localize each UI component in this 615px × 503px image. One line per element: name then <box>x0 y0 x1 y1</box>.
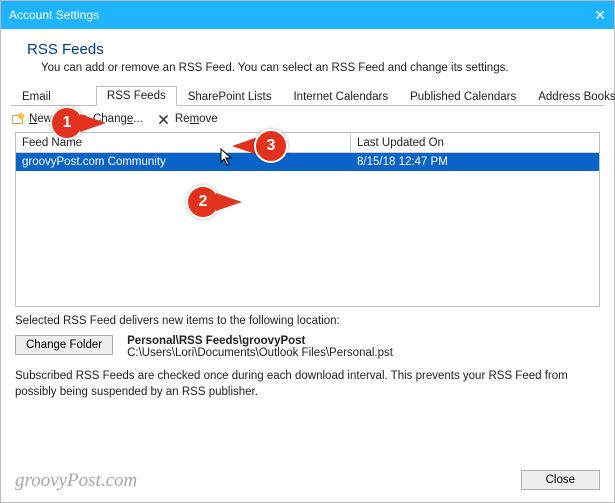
new-label-tail: ew... <box>37 113 61 125</box>
col-last-updated[interactable]: Last Updated On <box>351 134 599 152</box>
change-feed-icon <box>75 112 89 126</box>
account-settings-window: Account Settings ✕ RSS Feeds You can add… <box>0 0 615 503</box>
tab-data-files-partial[interactable]: es <box>62 87 96 106</box>
tab-internet-calendars[interactable]: Internet Calendars <box>282 87 399 106</box>
tab-rss-feeds[interactable]: RSS Feeds <box>96 86 177 106</box>
page-description: You can add or remove an RSS Feed. You c… <box>27 62 588 74</box>
new-button[interactable]: New... <box>11 112 61 126</box>
watermark: groovyPost.com <box>15 470 137 492</box>
close-icon[interactable]: ✕ <box>566 7 606 24</box>
feed-table: Feed Name Last Updated On groovyPost.com… <box>15 132 600 307</box>
new-feed-icon <box>11 112 25 126</box>
tab-address-books[interactable]: Address Books <box>527 87 615 106</box>
table-row[interactable]: groovyPost.com Community 8/15/18 12:47 P… <box>16 153 599 171</box>
lower-panel: Selected RSS Feed delivers new items to … <box>1 307 614 400</box>
location-label: Selected RSS Feed delivers new items to … <box>15 315 600 327</box>
change-button[interactable]: Change... <box>75 112 143 126</box>
tab-strip: Email es RSS Feeds SharePoint Lists Inte… <box>11 84 604 106</box>
remove-button[interactable]: Remove <box>157 112 218 126</box>
page-heading: RSS Feeds <box>27 41 588 58</box>
cell-last-updated: 8/15/18 12:47 PM <box>351 154 599 170</box>
file-path: C:\Users\Lori\Documents\Outlook Files\Pe… <box>127 347 393 359</box>
footer: groovyPost.com Close <box>1 460 614 502</box>
tab-email[interactable]: Email <box>11 87 62 106</box>
change-folder-button[interactable]: Change Folder <box>15 335 113 355</box>
close-button[interactable]: Close <box>521 470 600 490</box>
table-header: Feed Name Last Updated On <box>16 133 599 153</box>
folder-path: Personal\RSS Feeds\groovyPost <box>127 335 393 347</box>
titlebar: Account Settings ✕ <box>1 1 614 29</box>
col-feed-name[interactable]: Feed Name <box>16 134 351 152</box>
window-title: Account Settings <box>9 8 566 22</box>
cell-feed-name: groovyPost.com Community <box>16 154 351 170</box>
header: RSS Feeds You can add or remove an RSS F… <box>1 29 614 84</box>
folder-info: Personal\RSS Feeds\groovyPost C:\Users\L… <box>127 335 393 359</box>
remove-icon <box>157 112 171 126</box>
tab-published-calendars[interactable]: Published Calendars <box>399 87 527 106</box>
tab-sharepoint-lists[interactable]: SharePoint Lists <box>177 87 283 106</box>
toolbar: New... Change... Remove <box>1 106 614 132</box>
subscription-note: Subscribed RSS Feeds are checked once du… <box>15 369 600 400</box>
